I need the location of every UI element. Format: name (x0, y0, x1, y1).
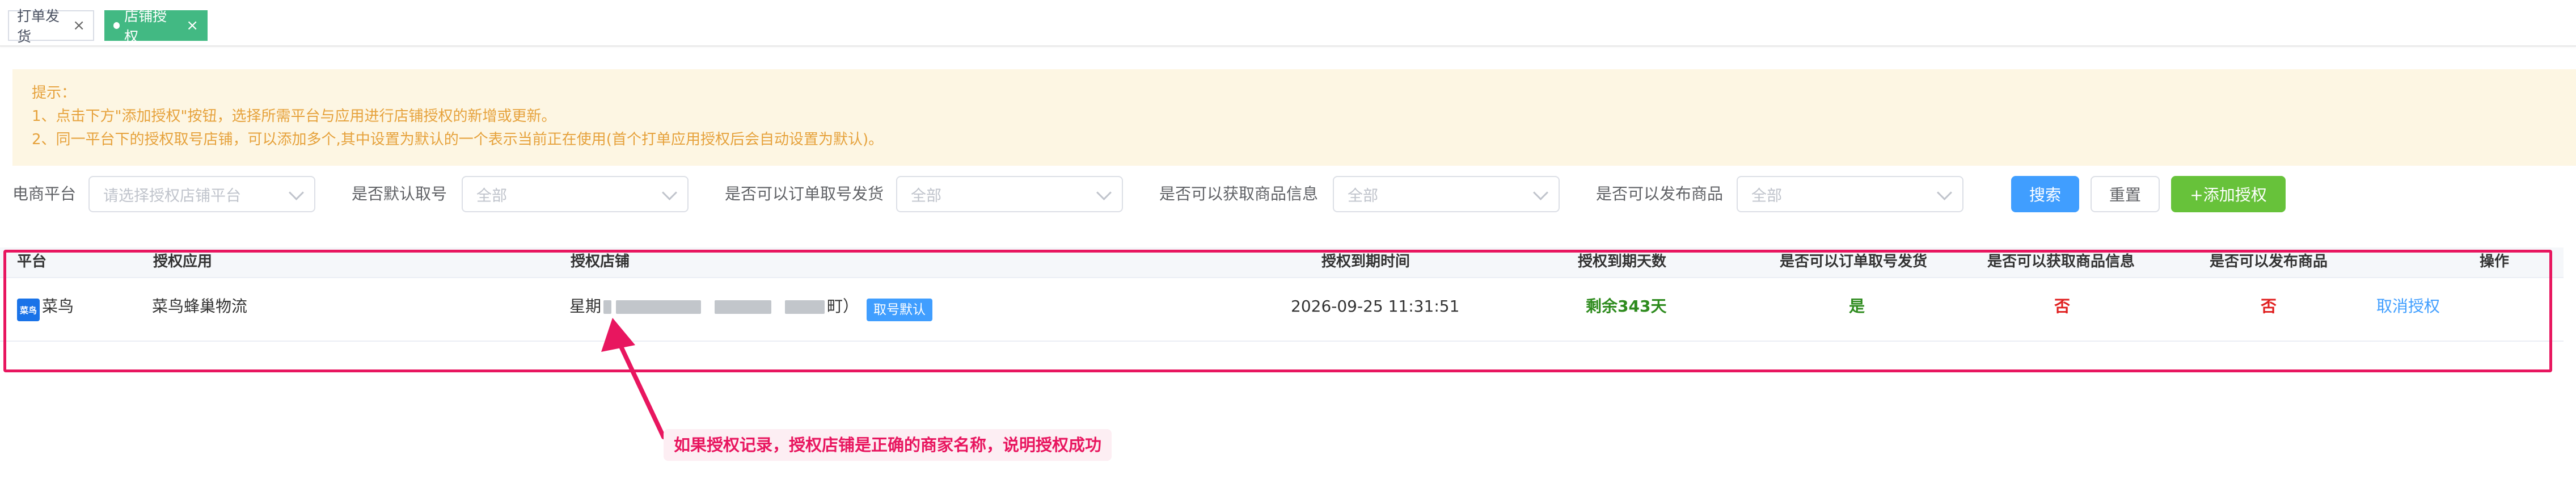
get-goods-select[interactable]: 全部 (1333, 176, 1560, 212)
close-icon[interactable]: × (186, 17, 199, 34)
tip-line-1: 1、点击下方"添加授权"按钮，选择所需平台与应用进行店铺授权的新增或更新。 (32, 108, 556, 125)
publish-select[interactable]: 全部 (1737, 176, 1963, 212)
tab-label: 打单发货 (17, 8, 60, 45)
platform-placeholder: 请选择授权店铺平台 (103, 187, 241, 205)
annotation-arrow-icon (601, 318, 666, 439)
tabs-bar: 打单发货 × 店铺授权 × (0, 0, 2576, 47)
get-goods-label: 是否可以获取商品信息 (1159, 184, 1319, 203)
tab-label: 店铺授权 (124, 8, 167, 45)
tab-shop-auth[interactable]: 店铺授权 × (104, 8, 208, 45)
chevron-down-icon (662, 185, 677, 200)
search-button[interactable]: 搜索 (2011, 176, 2079, 212)
tip-box: 提示： 1、点击下方"添加授权"按钮，选择所需平台与应用进行店铺授权的新增或更新… (12, 69, 2576, 166)
chevron-down-icon (1937, 185, 1952, 200)
publish-label: 是否可以发布商品 (1596, 184, 1724, 203)
tab-print-ship[interactable]: 打单发货 × (8, 8, 94, 45)
active-dot-icon (113, 22, 120, 29)
order-ship-label: 是否可以订单取号发货 (725, 184, 884, 203)
annotation-note: 如果授权记录，授权店铺是正确的商家名称，说明授权成功 (664, 429, 1112, 461)
tip-title: 提示： (32, 85, 77, 102)
add-auth-button[interactable]: +添加授权 (2171, 176, 2286, 212)
order-ship-value: 全部 (911, 187, 941, 205)
default-fetch-label: 是否默认取号 (352, 184, 447, 203)
order-ship-select[interactable]: 全部 (896, 176, 1123, 212)
platform-select[interactable]: 请选择授权店铺平台 (88, 176, 315, 212)
chevron-down-icon (1096, 185, 1112, 200)
default-fetch-select[interactable]: 全部 (462, 176, 689, 212)
chevron-down-icon (289, 185, 304, 200)
tip-line-2: 2、同一平台下的授权取号店铺，可以添加多个,其中设置为默认的一个表示当前正在使用… (32, 131, 884, 148)
default-fetch-value: 全部 (476, 187, 507, 205)
reset-button[interactable]: 重置 (2091, 176, 2160, 212)
get-goods-value: 全部 (1348, 187, 1378, 205)
publish-value: 全部 (1751, 187, 1782, 205)
highlight-frame (3, 250, 2552, 372)
chevron-down-icon (1533, 185, 1548, 200)
platform-label: 电商平台 (12, 184, 77, 203)
close-icon[interactable]: × (73, 17, 85, 34)
